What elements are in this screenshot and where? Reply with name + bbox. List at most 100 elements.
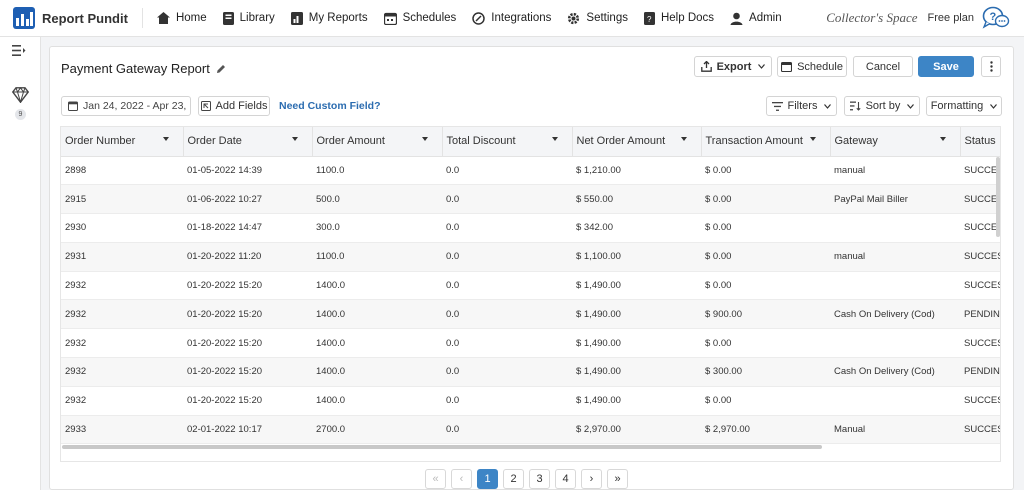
page-button[interactable]: 4 bbox=[555, 469, 576, 489]
chevron-down-icon bbox=[758, 64, 766, 69]
table-cell: Manual bbox=[830, 415, 960, 445]
export-button[interactable]: Export bbox=[694, 56, 772, 77]
more-options-button[interactable] bbox=[981, 56, 1001, 77]
table-row[interactable]: 2932 01-20-2022 15:20 1400.0 0.0 $ 1,490.00 $… bbox=[61, 357, 1000, 387]
collector-space-label: Collector's Space bbox=[826, 10, 918, 25]
table-cell: $ 0.00 bbox=[701, 184, 830, 215]
sidebar-toggle-icon[interactable] bbox=[12, 45, 26, 56]
save-button[interactable]: Save bbox=[918, 56, 974, 77]
sort-by-button[interactable]: Sort by bbox=[844, 96, 920, 116]
formatting-button[interactable]: Formatting bbox=[926, 96, 1002, 116]
sort-caret-icon[interactable] bbox=[162, 137, 169, 141]
table-cell: 0.0 bbox=[442, 299, 572, 330]
table-cell: SUCCESS bbox=[960, 156, 1000, 186]
first-page-button[interactable]: « bbox=[425, 469, 446, 489]
integrations-icon bbox=[472, 11, 486, 25]
cancel-button[interactable]: Cancel bbox=[853, 56, 913, 77]
sort-caret-icon[interactable] bbox=[939, 137, 946, 141]
nav-item-home[interactable]: Home bbox=[156, 12, 207, 24]
table-cell: $ 1,490.00 bbox=[572, 271, 701, 301]
diamond-icon[interactable] bbox=[12, 87, 29, 103]
table-cell: $ 1,490.00 bbox=[572, 328, 701, 359]
cancel-label: Cancel bbox=[865, 60, 901, 73]
table-cell: PENDING bbox=[960, 299, 1000, 330]
page-button[interactable]: 3 bbox=[529, 469, 550, 489]
nav-item-integrations[interactable]: Integrations bbox=[472, 11, 551, 25]
column-header-label: Order Number bbox=[65, 135, 136, 148]
table-cell: 0.0 bbox=[442, 386, 572, 416]
nav-item-admin[interactable]: Admin bbox=[730, 12, 782, 25]
app-logo[interactable]: Report Pundit bbox=[13, 7, 128, 29]
sort-caret-icon[interactable] bbox=[291, 137, 298, 141]
table-row[interactable]: 2932 01-20-2022 15:20 1400.0 0.0 $ 1,490.00 $… bbox=[61, 299, 1000, 330]
table-cell: 01-20-2022 11:20 bbox=[183, 242, 312, 272]
sort-caret-icon[interactable] bbox=[551, 137, 558, 141]
column-header[interactable]: Order Date bbox=[183, 127, 313, 157]
next-page-button[interactable]: › bbox=[581, 469, 602, 489]
table-cell: 01-20-2022 15:20 bbox=[183, 357, 312, 387]
page-button[interactable]: 2 bbox=[503, 469, 524, 489]
filters-button[interactable]: Filters bbox=[766, 96, 837, 116]
table-cell: SUCCESS bbox=[960, 271, 1000, 301]
table-cell: 01-06-2022 10:27 bbox=[183, 184, 312, 215]
table-cell: 1400.0 bbox=[312, 328, 442, 359]
table-cell: 2932 bbox=[61, 299, 183, 330]
table-cell: $ 0.00 bbox=[701, 156, 830, 186]
filters-label: Filters bbox=[787, 100, 818, 112]
table-cell: 0.0 bbox=[442, 357, 572, 387]
table-cell: 2930 bbox=[61, 213, 183, 243]
add-fields-button[interactable]: Add Fields bbox=[198, 96, 270, 116]
nav-item-help-docs[interactable]: ? Help Docs bbox=[643, 11, 714, 25]
home-icon bbox=[156, 12, 170, 24]
column-header[interactable]: Status bbox=[960, 127, 1000, 157]
table-row[interactable]: 2931 01-20-2022 11:20 1100.0 0.0 $ 1,100.00 $… bbox=[61, 242, 1000, 272]
table-cell: 2932 bbox=[61, 357, 183, 387]
horizontal-scrollbar[interactable] bbox=[62, 445, 822, 449]
sort-caret-icon[interactable] bbox=[680, 137, 687, 141]
prev-page-button[interactable]: ‹ bbox=[451, 469, 472, 489]
vertical-scrollbar[interactable] bbox=[996, 157, 1000, 237]
table-cell: SUCCESS bbox=[960, 415, 1000, 445]
table-cell: 2933 bbox=[61, 415, 183, 445]
need-custom-field-link[interactable]: Need Custom Field? bbox=[279, 100, 381, 112]
last-page-button[interactable]: » bbox=[607, 469, 628, 489]
column-header[interactable]: Order Amount bbox=[312, 127, 443, 157]
schedule-button[interactable]: Schedule bbox=[777, 56, 847, 77]
table-row[interactable]: 2898 01-05-2022 14:39 1100.0 0.0 $ 1,210.00 $… bbox=[61, 156, 1000, 186]
count-badge: 9 bbox=[15, 109, 26, 120]
table-cell: $ 1,210.00 bbox=[572, 156, 701, 186]
nav-item-schedules[interactable]: Schedules bbox=[383, 12, 456, 25]
table-cell: 0.0 bbox=[442, 271, 572, 301]
table-cell: SUCCESS bbox=[960, 242, 1000, 272]
table-row[interactable]: 2915 01-06-2022 10:27 500.0 0.0 $ 550.00 $ 0.… bbox=[61, 184, 1000, 215]
sort-caret-icon[interactable] bbox=[809, 137, 816, 141]
table-row[interactable]: 2933 02-01-2022 10:17 2700.0 0.0 $ 2,970.00 $… bbox=[61, 415, 1000, 445]
column-header-label: Order Amount bbox=[316, 135, 385, 148]
table-cell: 1100.0 bbox=[312, 242, 442, 272]
column-header-label: Transaction Amount bbox=[705, 135, 803, 148]
table-cell: SUCCESS bbox=[960, 184, 1000, 215]
nav-label: Admin bbox=[749, 12, 782, 24]
nav-item-library[interactable]: Library bbox=[222, 11, 275, 25]
column-header[interactable]: Total Discount bbox=[442, 127, 573, 157]
left-rail: 9 bbox=[0, 37, 41, 490]
nav-item-settings[interactable]: Settings bbox=[567, 12, 628, 25]
table-row[interactable]: 2932 01-20-2022 15:20 1400.0 0.0 $ 1,490.00 $… bbox=[61, 328, 1000, 359]
column-header[interactable]: Gateway bbox=[830, 127, 961, 157]
table-row[interactable]: 2930 01-18-2022 14:47 300.0 0.0 $ 342.00 $ 0.… bbox=[61, 213, 1000, 243]
page-button[interactable]: 1 bbox=[477, 469, 498, 489]
column-header[interactable]: Net Order Amount bbox=[572, 127, 702, 157]
nav-item-my-reports[interactable]: My Reports bbox=[290, 11, 368, 25]
column-header[interactable]: Order Number bbox=[61, 127, 184, 157]
column-header[interactable]: Transaction Amount bbox=[701, 127, 831, 157]
table-row[interactable]: 2932 01-20-2022 15:20 1400.0 0.0 $ 1,490.00 $… bbox=[61, 271, 1000, 301]
sort-caret-icon[interactable] bbox=[421, 137, 428, 141]
plan-label[interactable]: Free plan bbox=[928, 12, 974, 24]
table-cell: 2932 bbox=[61, 271, 183, 301]
table-cell: SUCCESS bbox=[960, 213, 1000, 243]
help-doc-icon: ? bbox=[643, 11, 655, 25]
chat-help-icon[interactable]: ? bbox=[982, 6, 1010, 30]
edit-pencil-icon[interactable] bbox=[216, 64, 226, 74]
date-range-picker[interactable]: Jan 24, 2022 - Apr 23, ... bbox=[61, 96, 191, 116]
table-row[interactable]: 2932 01-20-2022 15:20 1400.0 0.0 $ 1,490.00 $… bbox=[61, 386, 1000, 416]
